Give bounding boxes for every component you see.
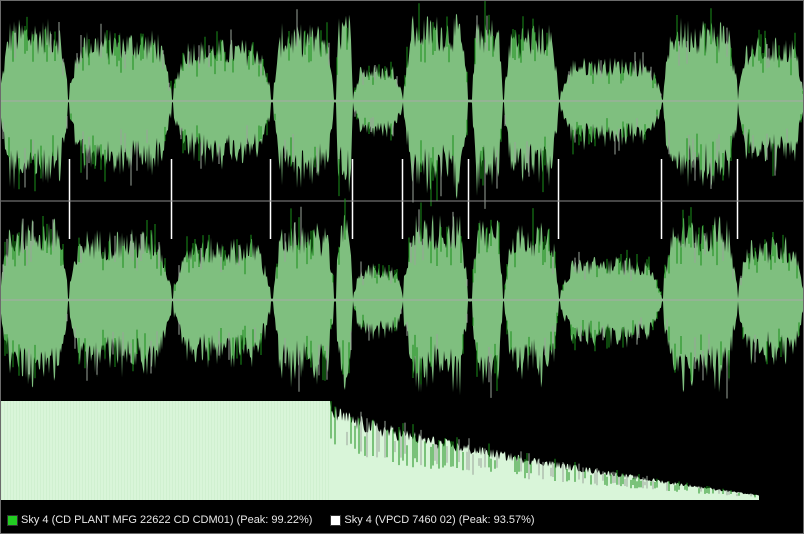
waveform-canvas (1, 1, 803, 500)
legend-swatch-white-icon (330, 514, 342, 526)
legend-item-1: Sky 4 (CD PLANT MFG 22622 CD CDM01) (Pea… (7, 514, 312, 526)
spectrum-graph (1, 401, 759, 500)
legend-label-1: Sky 4 (CD PLANT MFG 22622 CD CDM01) (Pea… (21, 514, 313, 526)
legend: Sky 4 (CD PLANT MFG 22622 CD CDM01) (Pea… (1, 509, 803, 531)
legend-item-2: Sky 4 (VPCD 7460 02) (Peak: 93.57%) (330, 514, 535, 526)
legend-label-2: Sky 4 (VPCD 7460 02) (Peak: 93.57%) (344, 514, 535, 526)
track-markers (68, 159, 739, 239)
legend-swatch-green-icon (7, 514, 18, 526)
waveform-viewer: Sky 4 (CD PLANT MFG 22622 CD CDM01) (Pea… (0, 0, 804, 534)
